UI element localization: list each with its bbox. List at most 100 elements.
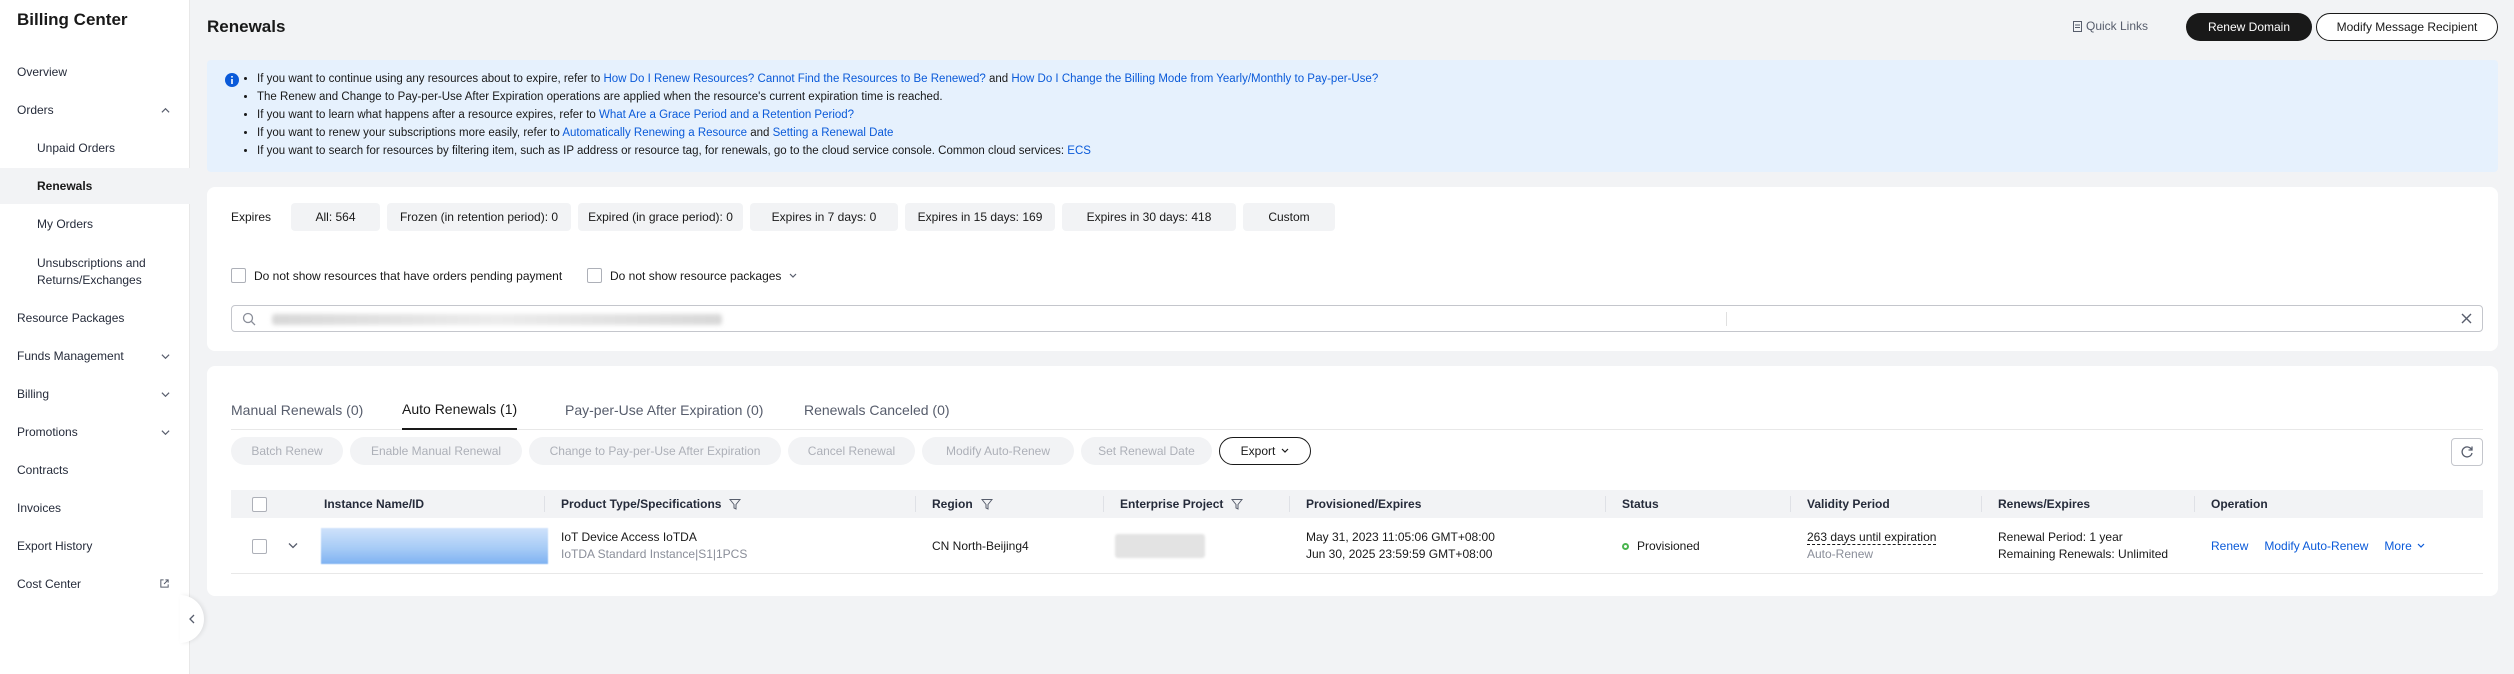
hide-pending-checkbox[interactable]: Do not show resources that have orders p… bbox=[231, 268, 562, 283]
sidebar-item-export-history[interactable]: Export History bbox=[0, 528, 190, 564]
grace-period-link[interactable]: What Are a Grace Period and a Retention … bbox=[599, 109, 854, 121]
filter-custom-button[interactable]: Custom bbox=[1243, 203, 1335, 231]
select-all-checkbox[interactable] bbox=[252, 497, 267, 512]
notice-text: If you want to renew your subscriptions … bbox=[257, 127, 563, 139]
hide-packages-checkbox[interactable]: Do not show resource packages bbox=[587, 268, 797, 283]
checkbox-box[interactable] bbox=[587, 268, 602, 283]
sidebar-item-unsubscriptions[interactable]: Unsubscriptions and Returns/Exchanges bbox=[0, 250, 190, 294]
external-link-icon bbox=[160, 579, 169, 588]
column-label: Validity Period bbox=[1807, 497, 1890, 511]
filter-expired-button[interactable]: Expired (in grace period): 0 bbox=[578, 203, 743, 231]
column-region: Region bbox=[932, 490, 993, 518]
sidebar-item-label: Funds Management bbox=[17, 349, 124, 363]
modify-message-recipient-button[interactable]: Modify Message Recipient bbox=[2316, 13, 2498, 41]
sidebar-item-cost-center[interactable]: Cost Center bbox=[0, 566, 190, 602]
sidebar-item-promotions[interactable]: Promotions bbox=[0, 414, 190, 450]
column-separator bbox=[1289, 496, 1290, 512]
sidebar-item-unpaid-orders[interactable]: Unpaid Orders bbox=[0, 130, 190, 166]
column-product: Product Type/Specifications bbox=[561, 490, 742, 518]
more-link[interactable]: More bbox=[2384, 538, 2425, 555]
instance-cell bbox=[321, 518, 548, 574]
sidebar-item-overview[interactable]: Overview bbox=[0, 54, 190, 90]
region-value: CN North-Beijing4 bbox=[932, 538, 1029, 553]
product-cell: IoT Device Access IoTDA IoTDA Standard I… bbox=[561, 518, 747, 574]
region-cell: CN North-Beijing4 bbox=[932, 518, 1029, 574]
sidebar-item-contracts[interactable]: Contracts bbox=[0, 452, 190, 488]
sidebar-item-label: Overview bbox=[17, 65, 68, 79]
cancel-renewal-button[interactable]: Cancel Renewal bbox=[788, 437, 915, 465]
ecs-link[interactable]: ECS bbox=[1067, 145, 1091, 157]
change-to-pay-per-use-button[interactable]: Change to Pay-per-Use After Expiration bbox=[529, 437, 781, 465]
notice-text: If you want to learn what happens after … bbox=[257, 109, 599, 121]
filter-icon[interactable] bbox=[1231, 498, 1244, 510]
batch-renew-button[interactable]: Batch Renew bbox=[231, 437, 343, 465]
notice-text: If you want to continue using any resour… bbox=[257, 73, 604, 85]
sidebar-item-invoices[interactable]: Invoices bbox=[0, 490, 190, 526]
product-name: IoT Device Access IoTDA bbox=[561, 530, 697, 544]
hide-pending-label: Do not show resources that have orders p… bbox=[254, 268, 563, 283]
enable-manual-renewal-button[interactable]: Enable Manual Renewal bbox=[350, 437, 522, 465]
table-row: IoT Device Access IoTDA IoTDA Standard I… bbox=[231, 518, 2483, 574]
sidebar-item-orders[interactable]: Orders bbox=[0, 92, 190, 128]
auto-renew-link[interactable]: Automatically Renewing a Resource bbox=[562, 127, 747, 139]
info-notice: If you want to continue using any resour… bbox=[207, 60, 2498, 172]
sidebar-item-label: Contracts bbox=[17, 463, 69, 477]
operation-cell: Renew Modify Auto-Renew More bbox=[2211, 518, 2425, 574]
renews-cell: Renewal Period: 1 year Remaining Renewal… bbox=[1998, 518, 2168, 574]
sidebar-item-label: Invoices bbox=[17, 501, 62, 515]
export-button[interactable]: Export bbox=[1219, 437, 1311, 465]
sidebar-item-resource-packages[interactable]: Resource Packages bbox=[0, 300, 190, 336]
filter-15-days-button[interactable]: Expires in 15 days: 169 bbox=[905, 203, 1055, 231]
tab-renewals-canceled[interactable]: Renewals Canceled (0) bbox=[804, 390, 950, 430]
sidebar-item-label: Cost Center bbox=[17, 577, 82, 591]
expires-label: Expires bbox=[231, 210, 272, 224]
sidebar-item-funds-management[interactable]: Funds Management bbox=[0, 338, 190, 374]
more-label: More bbox=[2384, 538, 2412, 553]
column-label: Status bbox=[1622, 497, 1659, 511]
column-label: Renews/Expires bbox=[1998, 497, 2091, 511]
modify-auto-renew-button[interactable]: Modify Auto-Renew bbox=[922, 437, 1074, 465]
sidebar-item-label: Resource Packages bbox=[17, 311, 125, 325]
filter-30-days-button[interactable]: Expires in 30 days: 418 bbox=[1062, 203, 1236, 231]
column-label: Instance Name/ID bbox=[324, 497, 425, 511]
sidebar-item-billing[interactable]: Billing bbox=[0, 376, 190, 412]
renewal-tabs: Manual Renewals (0) Auto Renewals (1) Pa… bbox=[231, 390, 2483, 430]
tab-manual-renewals[interactable]: Manual Renewals (0) bbox=[231, 390, 363, 430]
chevron-down-icon bbox=[1281, 448, 1289, 453]
sidebar-item-renewals[interactable]: Renewals bbox=[0, 168, 190, 204]
renewal-date-link[interactable]: Setting a Renewal Date bbox=[773, 127, 894, 139]
product-spec: IoTDA Standard Instance|S1|1PCS bbox=[561, 547, 748, 561]
filter-icon[interactable] bbox=[980, 498, 993, 510]
checkbox-box[interactable] bbox=[231, 268, 246, 283]
quick-links-link[interactable]: Quick Links bbox=[2073, 19, 2148, 33]
close-icon[interactable] bbox=[2459, 311, 2474, 326]
search-input[interactable] bbox=[231, 305, 2483, 332]
search-divider bbox=[1726, 312, 1727, 326]
renew-domain-button[interactable]: Renew Domain bbox=[2186, 13, 2312, 41]
column-enterprise-project: Enterprise Project bbox=[1120, 490, 1244, 518]
filter-all-button[interactable]: All: 564 bbox=[291, 203, 380, 231]
expand-row-icon[interactable] bbox=[288, 542, 298, 550]
sidebar-collapse-button[interactable] bbox=[180, 595, 204, 643]
refresh-button[interactable] bbox=[2451, 438, 2483, 466]
filter-icon[interactable] bbox=[729, 498, 742, 510]
renew-resources-link[interactable]: How Do I Renew Resources? Cannot Find th… bbox=[603, 73, 985, 85]
change-billing-mode-link[interactable]: How Do I Change the Billing Mode from Ye… bbox=[1011, 73, 1378, 85]
tab-auto-renewals[interactable]: Auto Renewals (1) bbox=[402, 390, 518, 430]
filter-7-days-button[interactable]: Expires in 7 days: 0 bbox=[750, 203, 898, 231]
column-label: Provisioned/Expires bbox=[1306, 497, 1422, 511]
validity-value[interactable]: 263 days until expiration bbox=[1807, 530, 1937, 545]
column-separator bbox=[1981, 496, 1982, 512]
set-renewal-date-button[interactable]: Set Renewal Date bbox=[1081, 437, 1212, 465]
instance-name-redacted[interactable] bbox=[321, 528, 548, 564]
notice-item: If you want to continue using any resour… bbox=[257, 70, 1378, 88]
notice-item: If you want to renew your subscriptions … bbox=[257, 124, 1378, 142]
notice-item: If you want to search for resources by f… bbox=[257, 142, 1378, 160]
sidebar-item-my-orders[interactable]: My Orders bbox=[0, 206, 190, 242]
filter-frozen-button[interactable]: Frozen (in retention period): 0 bbox=[387, 203, 571, 231]
tab-pay-per-use[interactable]: Pay-per-Use After Expiration (0) bbox=[565, 390, 763, 430]
column-label: Operation bbox=[2211, 497, 2268, 511]
modify-auto-renew-link[interactable]: Modify Auto-Renew bbox=[2264, 538, 2368, 555]
row-checkbox[interactable] bbox=[252, 539, 267, 554]
renew-link[interactable]: Renew bbox=[2211, 538, 2248, 555]
